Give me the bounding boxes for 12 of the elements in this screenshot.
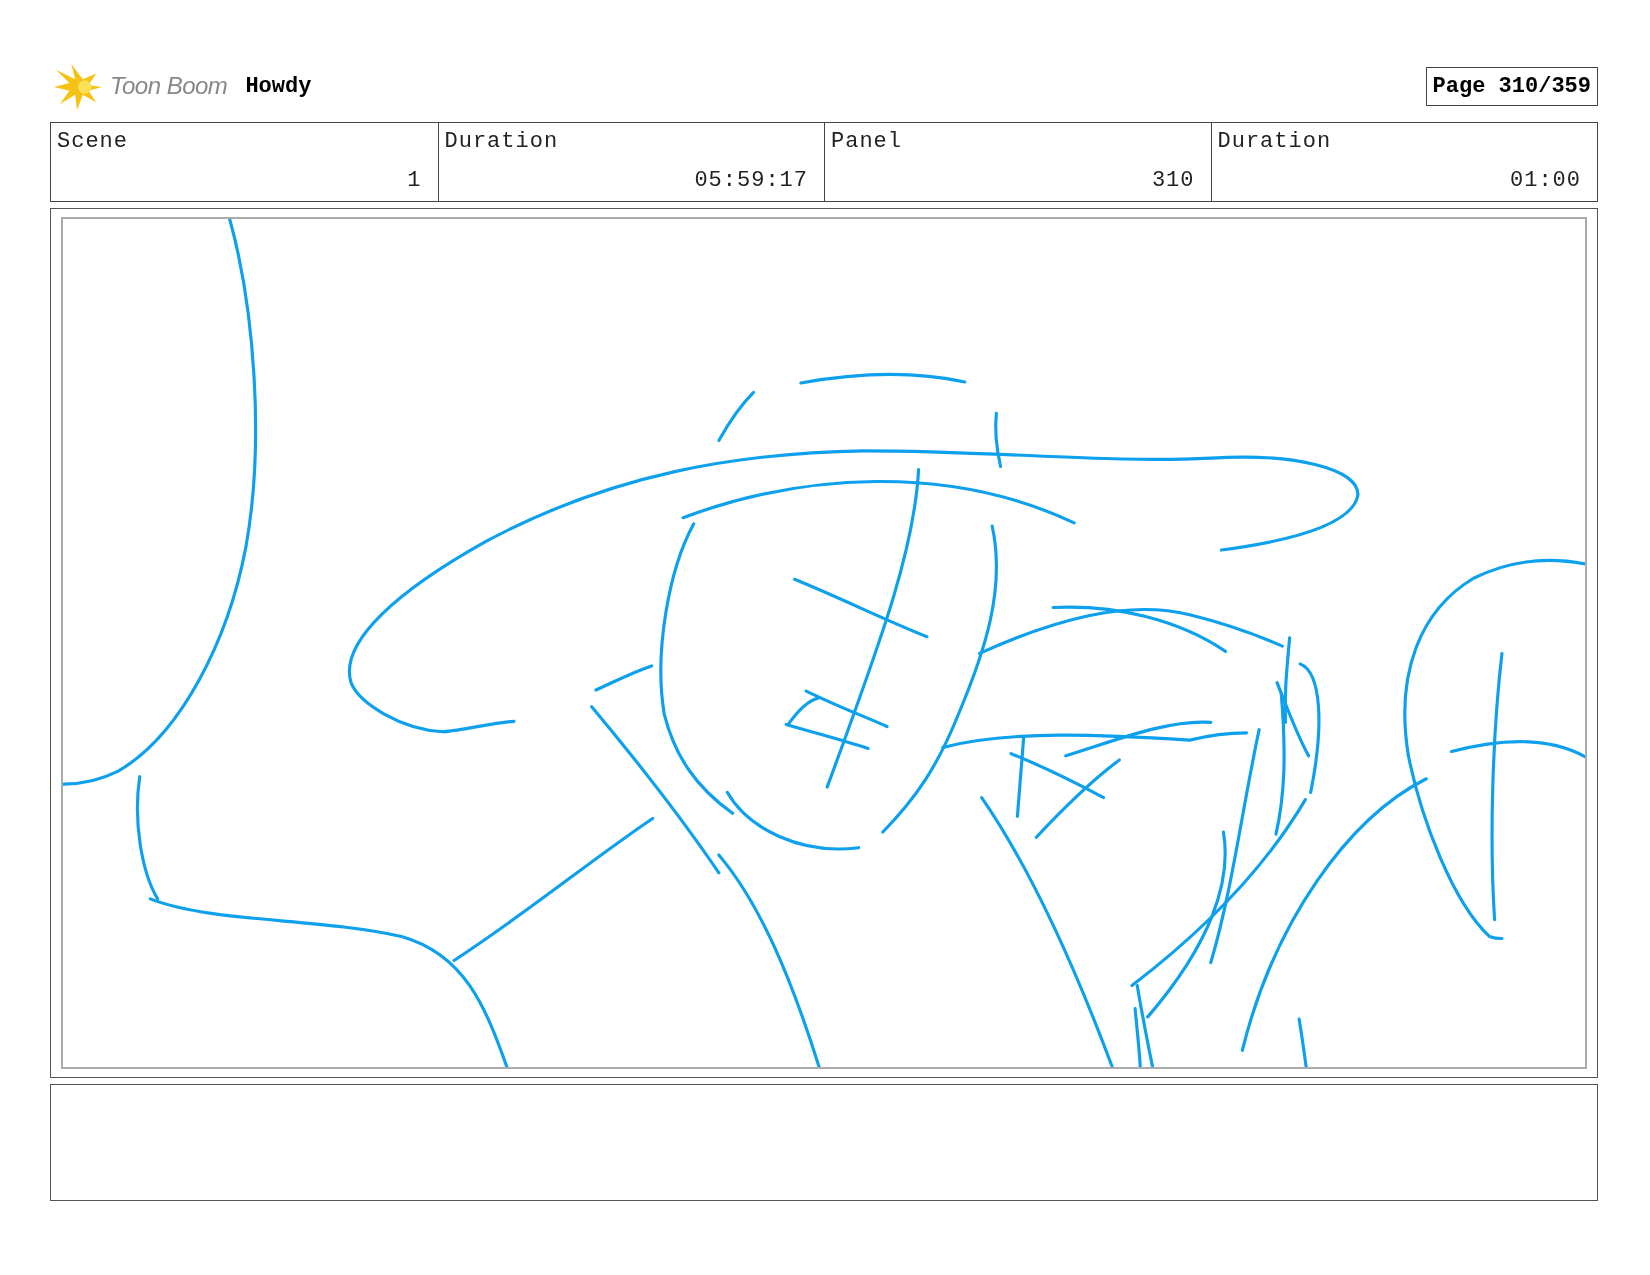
starburst-logo-icon <box>54 62 102 110</box>
info-value: 1 <box>406 168 422 193</box>
logo-text: Toon Boom <box>110 72 228 100</box>
page-number: Page 310/359 <box>1425 66 1598 106</box>
project-title: Howdy <box>245 73 312 99</box>
info-label: Scene <box>57 129 129 154</box>
info-value: 01:00 <box>1509 168 1581 193</box>
info-label: Panel <box>831 129 903 154</box>
info-value: 310 <box>1150 168 1195 193</box>
info-label: Duration <box>444 129 560 154</box>
info-value: 05:59:17 <box>693 168 808 193</box>
info-label: Duration <box>1217 129 1333 154</box>
